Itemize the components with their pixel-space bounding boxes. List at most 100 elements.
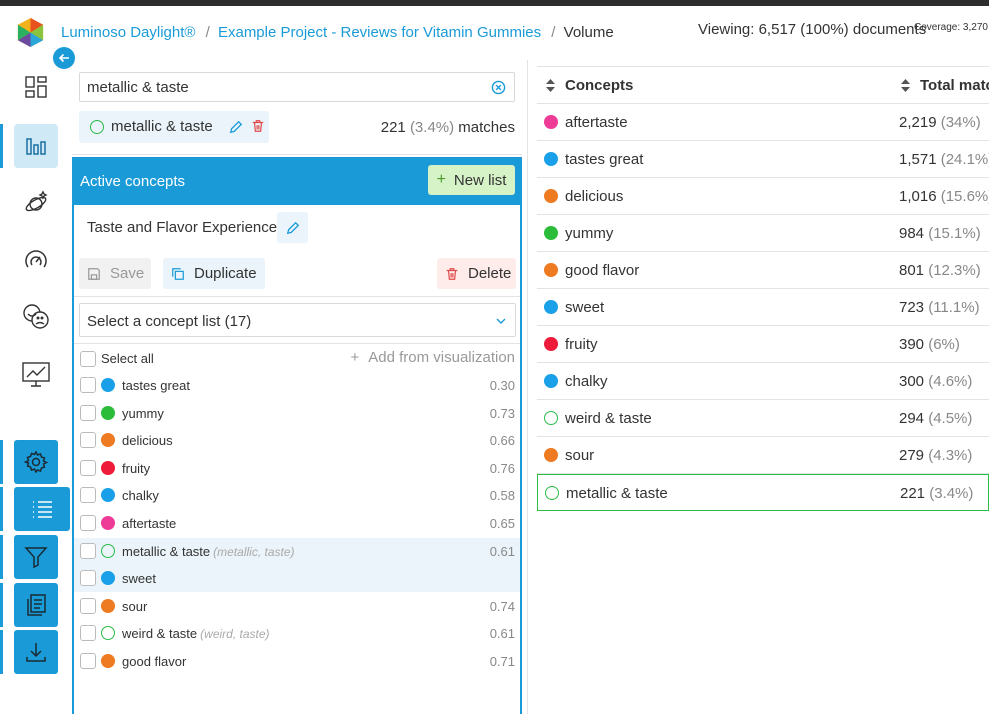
concept-row[interactable]: sour 0.74 [74, 593, 520, 620]
nav-drivers[interactable] [18, 242, 54, 278]
collapse-sidebar-button[interactable] [53, 47, 75, 69]
table-row[interactable]: metallic & taste 221 (3.4%) [537, 474, 989, 511]
concept-panel: metallic & taste metallic & taste 221 (3… [72, 62, 522, 714]
download-button[interactable] [14, 630, 58, 674]
column-total-matches[interactable]: Total matches [920, 77, 989, 94]
documents-button[interactable] [14, 583, 58, 627]
add-from-visualization-button[interactable]: + Add from visualization [351, 349, 516, 366]
concept-row[interactable]: aftertaste 0.65 [74, 510, 520, 537]
concept-name: chalky [122, 488, 159, 504]
concept-row[interactable]: chalky 0.58 [74, 482, 520, 509]
selected-concept-name: metallic & taste [111, 118, 213, 135]
match-count: 221 (3.4%) matches [380, 119, 515, 136]
concepts-table: Concepts Total matches aftertaste 2,219 (… [537, 66, 989, 714]
concept-row[interactable]: tastes great 0.30 [74, 372, 520, 399]
concept-terms: (metallic, taste) [213, 544, 295, 559]
concept-row[interactable]: good flavor 0.71 [74, 648, 520, 675]
table-concept-name: weird & taste [565, 410, 652, 427]
trash-icon [446, 267, 458, 280]
concept-score: 0.73 [489, 405, 515, 421]
pencil-icon[interactable] [229, 120, 243, 134]
breadcrumb-project[interactable]: Example Project - Reviews for Vitamin Gu… [218, 24, 541, 41]
concept-row[interactable]: delicious 0.66 [74, 427, 520, 454]
nav-galaxy[interactable] [18, 185, 54, 221]
pencil-icon [286, 221, 299, 234]
concept-list-name: Taste and Flavor Experience [87, 219, 278, 236]
concept-checkbox[interactable] [80, 432, 96, 449]
concept-row[interactable]: yummy 0.73 [74, 400, 520, 427]
table-row[interactable]: delicious 1,016 (15.6%) [537, 178, 989, 215]
table-concept-name: delicious [565, 188, 624, 205]
selected-concept-chip[interactable]: metallic & taste [79, 111, 269, 143]
table-concept-name: metallic & taste [566, 485, 668, 502]
concept-name: yummy [122, 405, 164, 421]
table-row[interactable]: fruity 390 (6%) [537, 326, 989, 363]
delete-button[interactable]: Delete [437, 258, 516, 289]
concept-list-button[interactable] [14, 487, 70, 531]
concept-checkbox[interactable] [80, 404, 96, 421]
concept-row[interactable]: sweet [74, 565, 520, 593]
concept-color-dot [544, 226, 558, 240]
table-row[interactable]: sweet 723 (11.1%) [537, 289, 989, 326]
concept-score: 0.76 [489, 460, 515, 476]
duplicate-button[interactable]: Duplicate [163, 258, 265, 289]
sentiment-icon [23, 304, 49, 329]
concept-ring-icon [544, 411, 558, 425]
concept-row[interactable]: weird & taste (weird, taste) 0.61 [74, 620, 520, 647]
concept-checkbox[interactable] [80, 570, 96, 587]
breadcrumb: Luminoso Daylight® / Example Project - R… [61, 24, 614, 41]
concept-list-select-value: Select a concept list (17) [87, 313, 252, 330]
concept-checkbox[interactable] [80, 459, 96, 476]
concept-list-select[interactable]: Select a concept list (17) [79, 303, 516, 337]
nav-sentiment[interactable] [18, 298, 54, 334]
concept-checkbox[interactable] [80, 515, 96, 531]
table-row[interactable]: weird & taste 294 (4.5%) [537, 400, 989, 437]
concept-search-input[interactable]: metallic & taste [79, 72, 515, 102]
table-concept-name: tastes great [565, 151, 644, 168]
table-row[interactable]: sour 279 (4.3%) [537, 437, 989, 474]
table-row[interactable]: yummy 984 (15.1%) [537, 215, 989, 252]
concept-color-dot [101, 405, 115, 420]
table-row[interactable]: aftertaste 2,219 (34%) [537, 104, 989, 141]
edit-list-name-button[interactable] [277, 212, 308, 243]
concept-score: 0.66 [489, 433, 515, 449]
concept-name: sour [122, 598, 148, 614]
luminoso-logo[interactable] [15, 17, 46, 48]
sort-icon[interactable] [546, 79, 555, 92]
save-button[interactable]: Save [79, 258, 151, 289]
table-row[interactable]: tastes great 1,571 (24.1%) [537, 141, 989, 178]
column-concepts[interactable]: Concepts [565, 77, 633, 94]
search-value: metallic & taste [87, 79, 189, 96]
concept-color-dot [101, 516, 115, 530]
settings-button[interactable] [14, 440, 58, 484]
concept-checkbox[interactable] [80, 487, 96, 504]
concept-checkbox[interactable] [80, 542, 96, 559]
nav-dashboard[interactable] [18, 69, 54, 105]
viewing-count: Viewing: 6,517 (100%) documents [698, 21, 927, 38]
concept-row[interactable]: fruity 0.76 [74, 455, 520, 482]
concept-name: good flavor [122, 654, 187, 669]
select-all-checkbox[interactable] [80, 351, 96, 367]
concept-ring-icon [545, 486, 559, 500]
table-row[interactable]: chalky 300 (4.6%) [537, 363, 989, 400]
galaxy-icon [25, 190, 48, 212]
trash-icon[interactable] [251, 119, 265, 133]
concept-color-dot [544, 263, 558, 277]
concept-checkbox[interactable] [80, 597, 96, 614]
concept-checkbox[interactable] [80, 377, 96, 393]
clear-icon[interactable] [491, 80, 506, 95]
concept-name: metallic & taste (metallic, taste) [122, 543, 295, 559]
table-concept-name: sour [565, 447, 595, 464]
concept-color-dot [544, 337, 558, 351]
filter-button[interactable] [14, 535, 58, 579]
concept-checkbox[interactable] [80, 653, 96, 669]
table-row[interactable]: good flavor 801 (12.3%) [537, 252, 989, 289]
table-concept-name: sweet [565, 299, 605, 316]
nav-compare[interactable] [18, 357, 54, 393]
new-list-button[interactable]: + New list [428, 165, 515, 195]
breadcrumb-app[interactable]: Luminoso Daylight® [61, 24, 195, 41]
nav-volume[interactable] [14, 124, 58, 168]
sort-icon[interactable] [901, 79, 910, 92]
concept-row[interactable]: metallic & taste (metallic, taste) 0.61 [74, 537, 520, 565]
concept-checkbox[interactable] [80, 625, 96, 642]
